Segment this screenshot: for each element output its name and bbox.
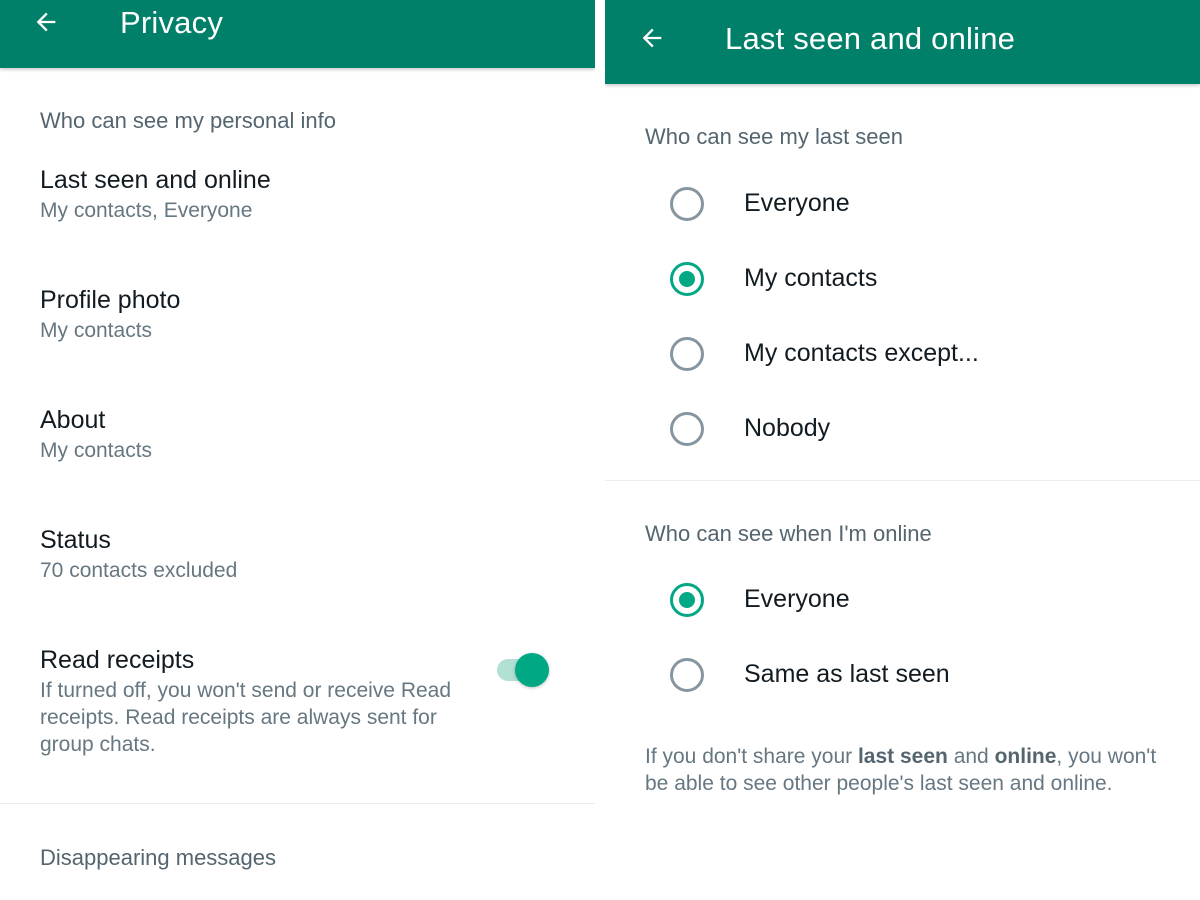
- item-title: Read receipts: [40, 646, 195, 674]
- radio-option-everyone[interactable]: Everyone: [605, 174, 1200, 234]
- footnote-bold-online: online: [994, 745, 1057, 768]
- item-subtitle: My contacts: [40, 319, 153, 342]
- footnote-text: If you don't share your: [645, 745, 858, 768]
- settings-item-profile-photo[interactable]: Profile photo My contacts: [0, 285, 595, 344]
- privacy-appbar: Privacy: [0, 0, 595, 68]
- section-header-online: Who can see when I'm online: [645, 521, 932, 546]
- toggle-thumb: [515, 653, 549, 687]
- item-subtitle: My contacts, Everyone: [40, 199, 253, 222]
- radio-button[interactable]: [670, 187, 704, 221]
- radio-option-same-as-last-seen[interactable]: Same as last seen: [605, 645, 1200, 705]
- radio-button[interactable]: [670, 337, 704, 371]
- read-receipts-toggle[interactable]: [497, 653, 551, 687]
- item-title: About: [40, 406, 106, 434]
- radio-button-selected[interactable]: [670, 583, 704, 617]
- page-title: Privacy: [120, 5, 224, 40]
- panel-gutter: [595, 0, 605, 900]
- radio-label: Everyone: [744, 585, 850, 613]
- item-title: Last seen and online: [40, 166, 271, 194]
- last-seen-appbar: Last seen and online: [605, 0, 1200, 84]
- radio-label: My contacts except...: [744, 339, 979, 367]
- radio-button[interactable]: [670, 412, 704, 446]
- radio-button[interactable]: [670, 658, 704, 692]
- radio-label: Same as last seen: [744, 660, 950, 688]
- radio-label: Everyone: [744, 189, 850, 217]
- settings-item-status[interactable]: Status 70 contacts excluded: [0, 525, 595, 584]
- radio-option-online-everyone[interactable]: Everyone: [605, 570, 1200, 630]
- divider: [0, 803, 595, 804]
- radio-label: My contacts: [744, 264, 878, 292]
- item-title: Profile photo: [40, 286, 181, 314]
- section-header-disappearing-messages: Disappearing messages: [40, 845, 277, 870]
- privacy-panel: Privacy Who can see my personal info Las…: [0, 0, 595, 900]
- item-title: Status: [40, 526, 111, 554]
- footnote-bold-last-seen: last seen: [857, 745, 948, 768]
- radio-option-my-contacts-except[interactable]: My contacts except...: [605, 324, 1200, 384]
- radio-option-nobody[interactable]: Nobody: [605, 399, 1200, 459]
- settings-item-last-seen[interactable]: Last seen and online My contacts, Everyo…: [0, 165, 595, 224]
- section-header-personal-info: Who can see my personal info: [40, 108, 336, 133]
- radio-option-my-contacts[interactable]: My contacts: [605, 249, 1200, 309]
- page-title: Last seen and online: [725, 21, 1016, 56]
- radio-button-selected[interactable]: [670, 262, 704, 296]
- settings-item-about[interactable]: About My contacts: [0, 405, 595, 464]
- back-arrow-icon[interactable]: [26, 2, 66, 42]
- radio-label: Nobody: [744, 414, 831, 442]
- item-subtitle: My contacts: [40, 439, 153, 462]
- footnote-text: and: [947, 745, 995, 768]
- back-arrow-icon[interactable]: [632, 18, 672, 58]
- privacy-footnote: If you don't share your last seen and on…: [645, 743, 1165, 797]
- item-subtitle: If turned off, you won't send or receive…: [40, 679, 452, 756]
- section-header-last-seen: Who can see my last seen: [645, 124, 904, 149]
- item-subtitle: 70 contacts excluded: [40, 559, 238, 582]
- last-seen-panel: Last seen and online Who can see my last…: [605, 0, 1200, 900]
- divider: [605, 480, 1200, 481]
